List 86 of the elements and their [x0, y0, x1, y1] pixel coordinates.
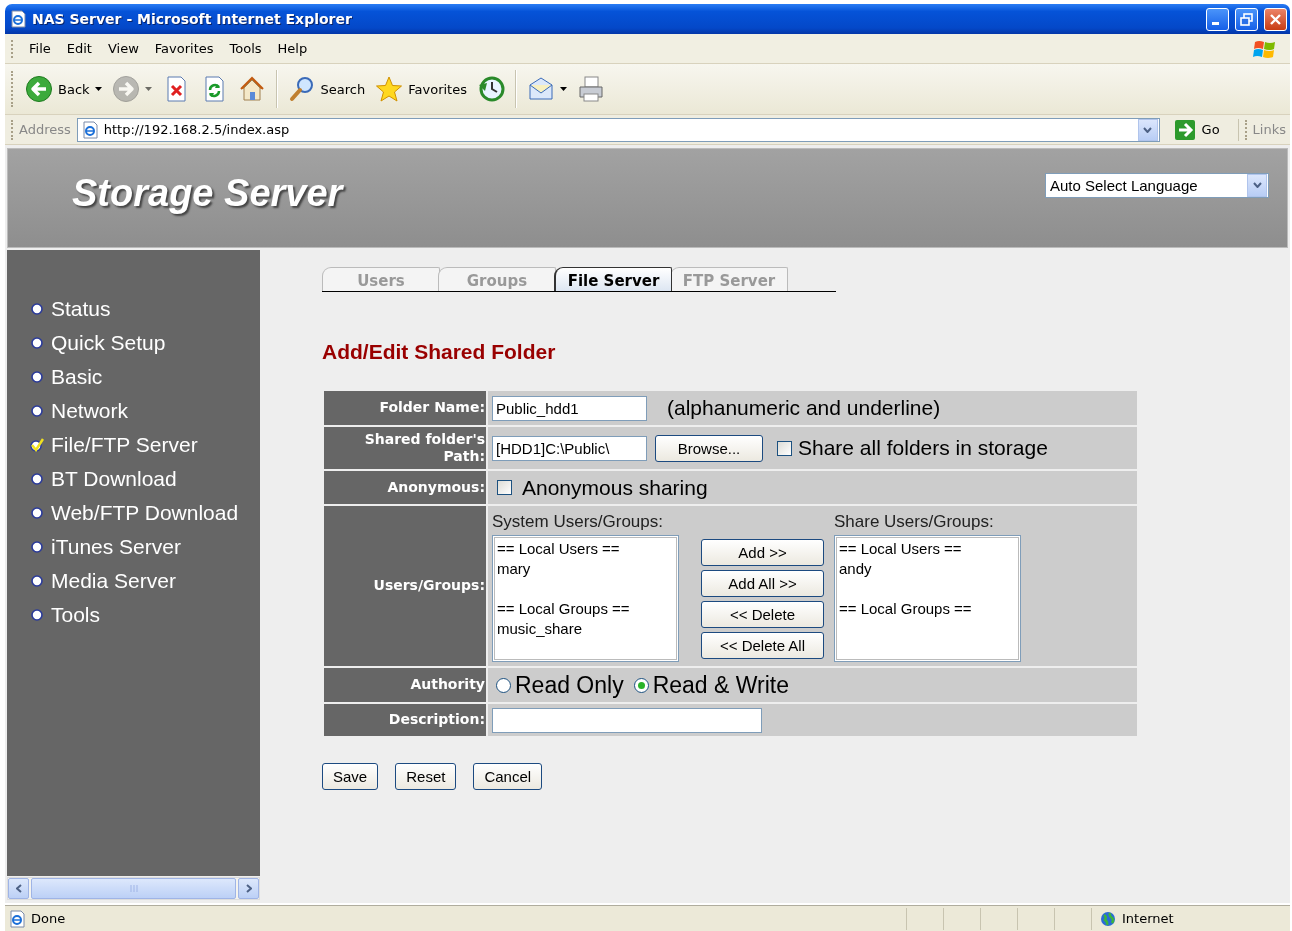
dropdown-button[interactable] [1247, 173, 1267, 197]
search-icon [287, 75, 316, 103]
minimize-icon[interactable] [1212, 21, 1219, 25]
action-button[interactable]: Reset [395, 763, 457, 790]
transfer-button[interactable]: << Delete All [701, 632, 824, 659]
action-button[interactable]: Save [322, 763, 379, 790]
field-label: Users/Groups: [324, 506, 486, 666]
document-icon [80, 120, 99, 139]
list-option[interactable]: andy [839, 559, 872, 579]
site-title: Storage Server [72, 171, 343, 215]
list-option[interactable]: == Local Users == [497, 539, 620, 559]
chevron-down-icon [1252, 182, 1262, 188]
transfer-button[interactable]: << Delete [701, 601, 824, 628]
status-text: Done [31, 911, 66, 926]
checkbox[interactable] [497, 480, 512, 495]
close-icon [1269, 12, 1282, 26]
field-label: Description: [324, 704, 486, 736]
restore-button[interactable] [1235, 7, 1258, 31]
list-option[interactable]: music_share [497, 619, 583, 639]
menu-item[interactable]: Edit [58, 39, 100, 58]
sidebar-link[interactable]: File/FTP Server [30, 431, 260, 459]
section-heading: Add/Edit Shared Folder [322, 340, 557, 365]
checkbox-label: Share all folders in storage [798, 436, 1048, 460]
sidebar-link[interactable]: Basic [30, 363, 260, 391]
field-label: Anonymous: [324, 471, 486, 504]
list-option[interactable]: == Local Groups == [497, 599, 630, 619]
sidebar-link[interactable]: Status [30, 295, 260, 323]
description-field[interactable] [492, 707, 762, 733]
menu-item[interactable]: View [99, 39, 147, 58]
field-label: Authority [324, 668, 486, 702]
search-button[interactable]: Search [283, 72, 370, 106]
radio-label: Read & Write [652, 671, 790, 699]
tab[interactable]: File Server [554, 267, 672, 291]
horizontal-scrollbar[interactable] [7, 877, 260, 900]
list-title: System Users/Groups: [492, 512, 664, 533]
transfer-button[interactable]: Add All >> [701, 570, 824, 597]
sidebar-link[interactable]: Media Server [30, 567, 260, 595]
go-button[interactable]: Go [1165, 118, 1239, 141]
address-field[interactable]: http://192.168.2.5/index.asp [76, 117, 1160, 142]
back-button[interactable]: Back [21, 72, 106, 106]
zone-label: Internet [1122, 911, 1174, 926]
menu-item[interactable]: File [21, 39, 59, 58]
sidebar-link[interactable]: Tools [30, 601, 260, 629]
list-option[interactable]: == Local Users == [839, 539, 962, 559]
document-icon [8, 909, 26, 928]
menu-item[interactable]: Tools [221, 39, 270, 58]
share-list[interactable]: == Local Users == andy == Local Groups == [834, 535, 1021, 662]
grip-icon [129, 885, 138, 892]
sidebar-link[interactable]: Network [30, 397, 260, 425]
field-label: Shared folder's Path: [324, 427, 486, 469]
menu-item[interactable]: Favorites [146, 39, 222, 58]
favorites-button[interactable]: Favorites [371, 72, 471, 106]
star-icon [375, 75, 404, 103]
radio-button[interactable] [633, 677, 649, 693]
envelope-icon [526, 75, 555, 103]
radio-label: Read Only [515, 671, 624, 699]
hint-text: (alphanumeric and underline) [667, 396, 941, 420]
sidebar-link[interactable]: Quick Setup [30, 329, 260, 357]
path-field[interactable]: [HDD1]C:\Public\ [492, 435, 647, 461]
chevron-down-icon [1143, 126, 1153, 133]
restore-icon [1240, 12, 1253, 26]
radio-button[interactable] [496, 677, 511, 693]
browse-button[interactable]: Browse... [655, 434, 763, 462]
dropdown-button[interactable] [1137, 118, 1158, 141]
action-button[interactable]: Cancel [473, 763, 543, 790]
list-title: Share Users/Groups: [834, 512, 995, 533]
minimize-button[interactable] [1206, 7, 1229, 31]
folder-name-field[interactable]: Public_hdd1 [492, 395, 647, 421]
globe-icon [1100, 910, 1116, 927]
checkbox-label: Anonymous sharing [522, 475, 708, 500]
field-label: Folder Name: [324, 391, 486, 425]
sidebar-link[interactable]: iTunes Server [30, 533, 260, 561]
window-title: NAS Server - Microsoft Internet Explorer [32, 11, 353, 27]
list-option[interactable]: == Local Groups == [839, 599, 972, 619]
document-icon [9, 10, 27, 28]
checkbox[interactable] [777, 440, 792, 456]
system-list[interactable]: == Local Users == mary == Local Groups == music_share [492, 535, 679, 662]
printer-icon [576, 75, 605, 103]
list-option[interactable]: mary [497, 559, 531, 579]
sidebar-link[interactable]: BT Download [30, 465, 260, 493]
language-select[interactable]: Auto Select Language [1045, 172, 1269, 198]
sidebar-link[interactable]: Web/FTP Download [30, 499, 260, 527]
close-button[interactable] [1264, 7, 1287, 31]
address-label: Address [19, 122, 71, 137]
transfer-button[interactable]: Add >> [701, 539, 824, 566]
menu-item[interactable]: Help [269, 39, 316, 58]
